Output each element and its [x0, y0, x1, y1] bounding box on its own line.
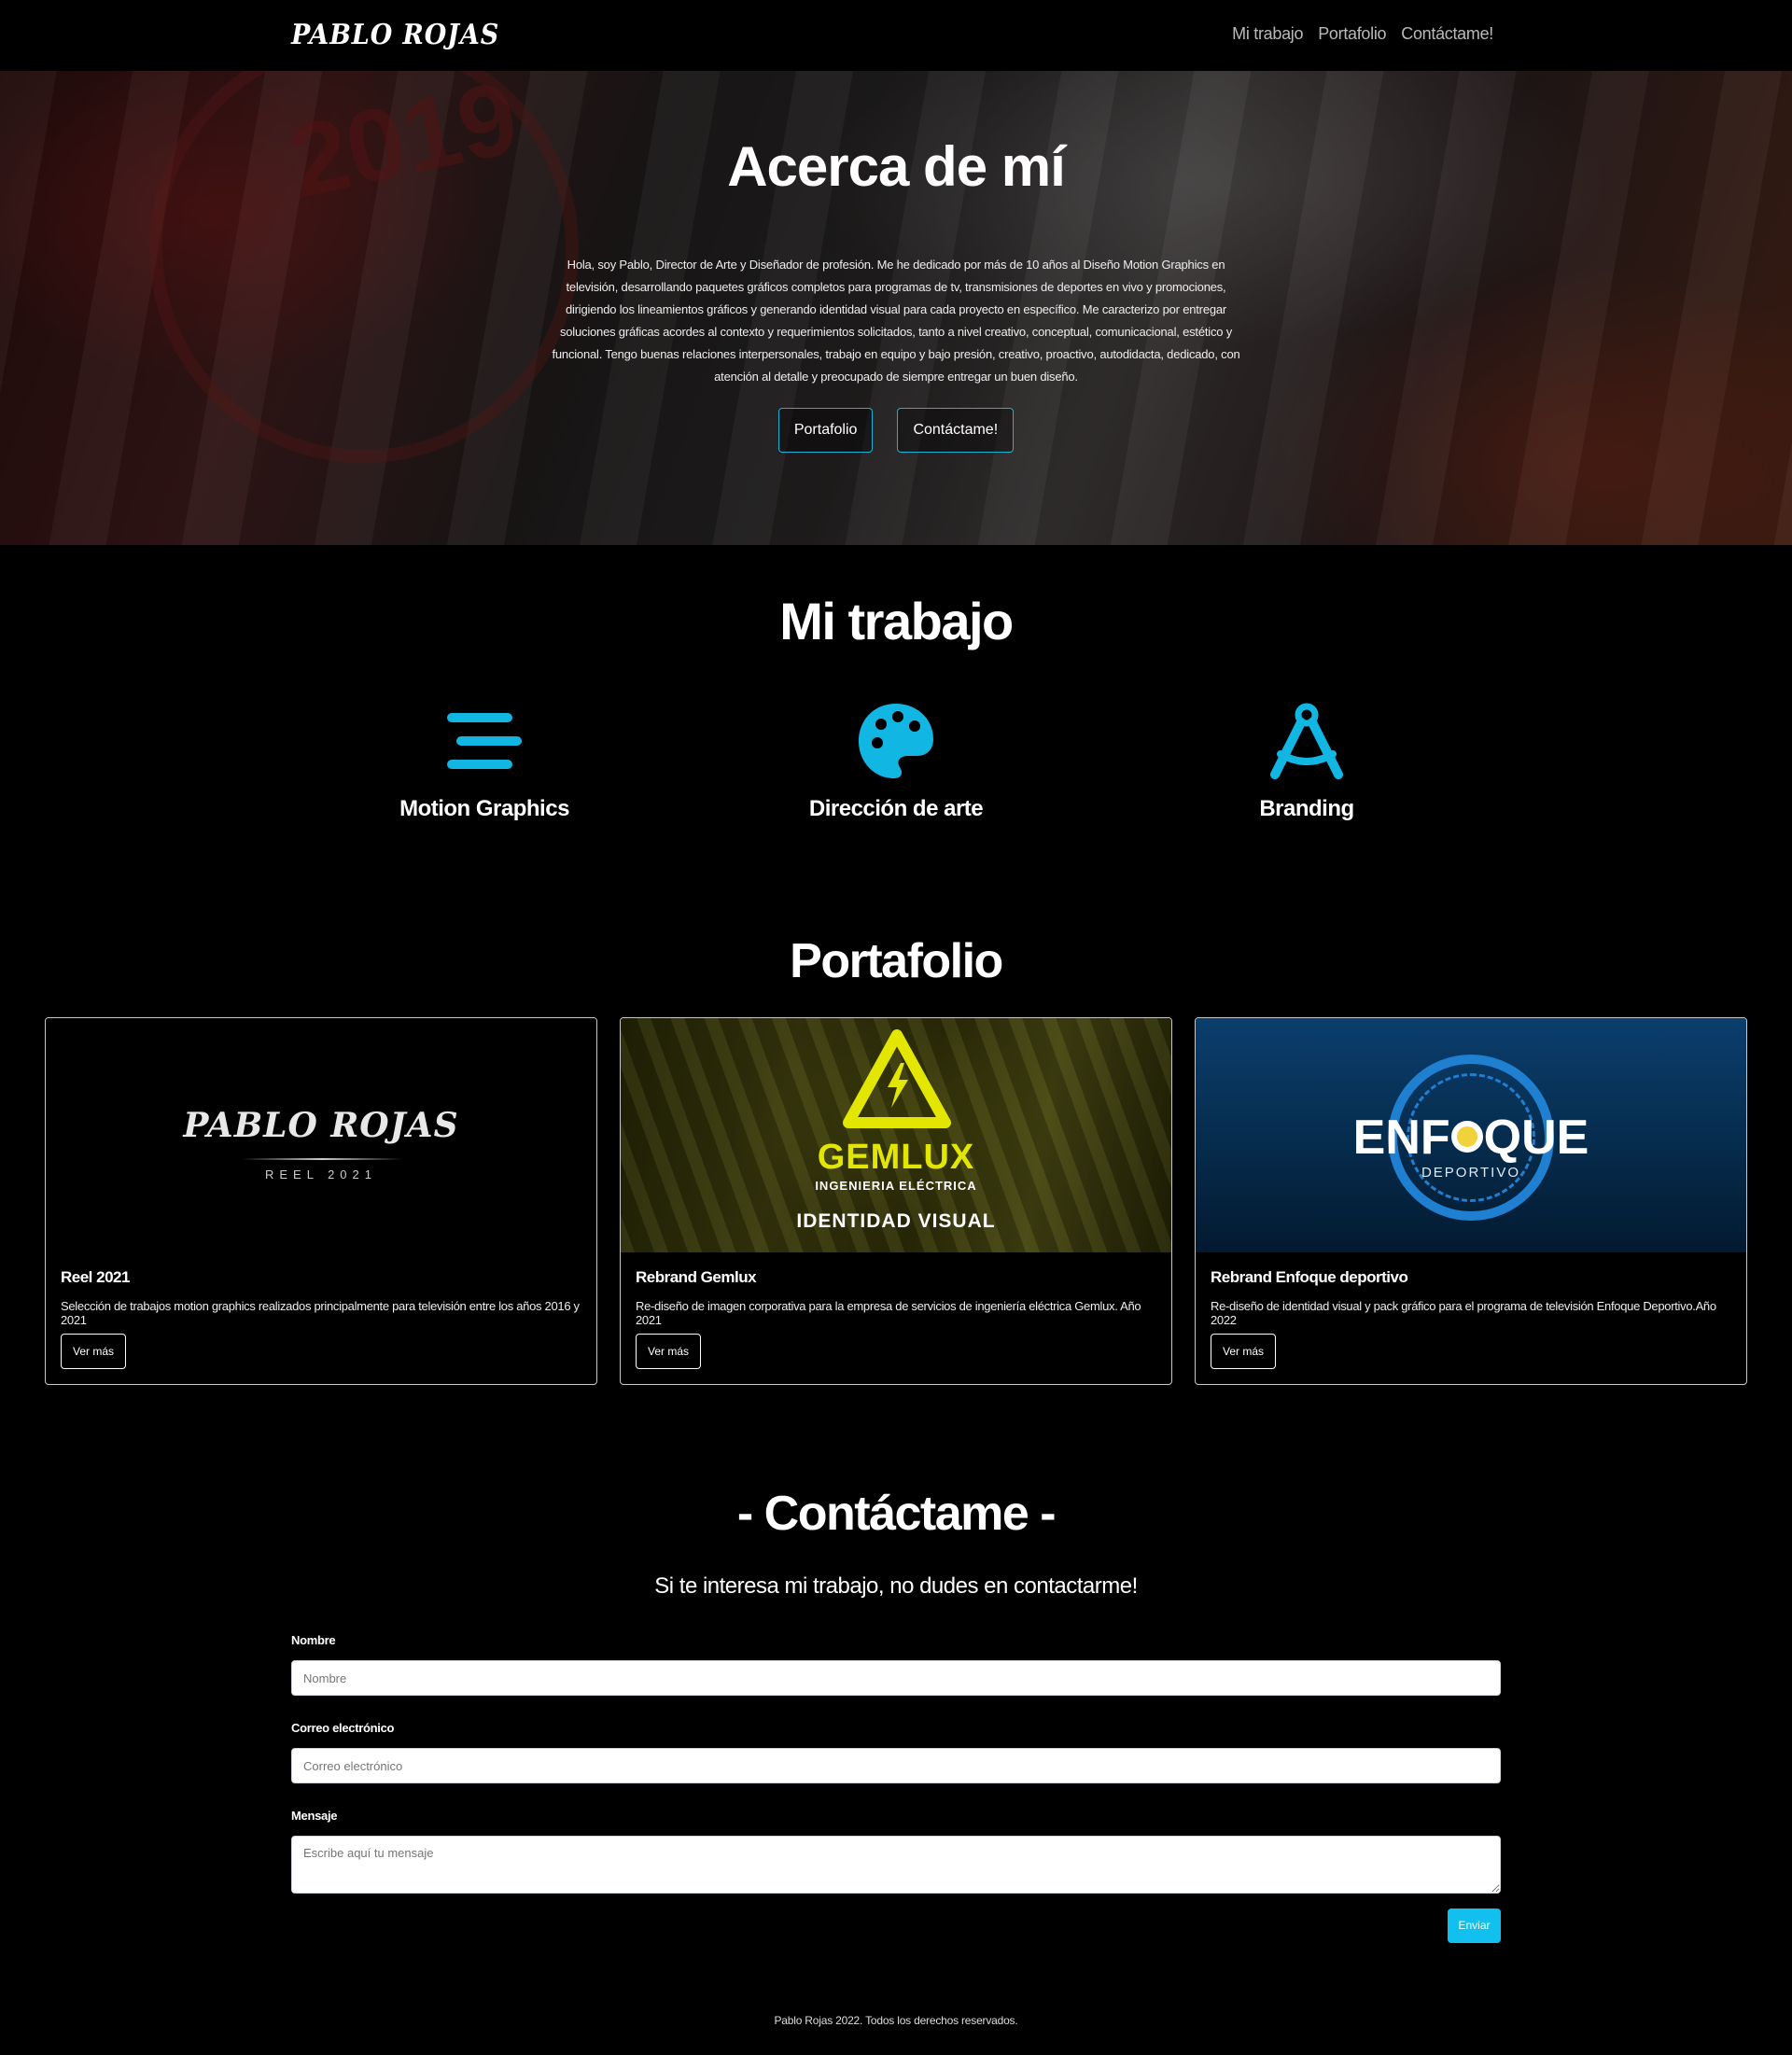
card-image-enfoque: ENF QUE DEPORTIVO	[1196, 1018, 1746, 1252]
card-title: Reel 2021	[61, 1268, 130, 1286]
hero-title: Acerca de mí	[727, 135, 1066, 198]
work-section-title: Mi trabajo	[779, 592, 1014, 650]
message-label: Mensaje	[291, 1809, 338, 1823]
hero-buttons: Portafolio Contáctame!	[0, 408, 1792, 453]
palette-icon	[859, 704, 933, 778]
portfolio-card-gemlux: GEMLUX INGENIERIA ELÉCTRICA IDENTIDAD VI…	[620, 1017, 1172, 1385]
work-item-branding: Branding	[1167, 702, 1447, 822]
nav-link-contactame[interactable]: Contáctame!	[1401, 24, 1493, 44]
name-label: Nombre	[291, 1633, 336, 1647]
card-text: Re-diseño de identidad visual y pack grá…	[1211, 1299, 1716, 1327]
work-item-label: Branding	[1259, 796, 1354, 821]
brand-logo[interactable]: PABLO ROJAS	[291, 19, 499, 51]
contactame-button[interactable]: Contáctame!	[897, 408, 1015, 453]
card-image-reel: PABLO ROJAS REEL 2021	[46, 1018, 596, 1252]
portafolio-button[interactable]: Portafolio	[777, 408, 874, 453]
gemlux-logo: GEMLUX	[817, 1138, 975, 1177]
ver-mas-button[interactable]: Ver más	[636, 1334, 702, 1369]
gemlux-tagline: INGENIERIA ELÉCTRICA	[815, 1179, 977, 1193]
enfoque-subtitle: DEPORTIVO	[1421, 1165, 1521, 1181]
portfolio-card-reel-2021: PABLO ROJAS REEL 2021 Reel 2021 Selecció…	[45, 1017, 597, 1385]
lightning-triangle-icon	[843, 1029, 951, 1128]
card-image-gemlux: GEMLUX INGENIERIA ELÉCTRICA IDENTIDAD VI…	[621, 1018, 1171, 1252]
footer-text: Pablo Rojas 2022. Todos los derechos res…	[774, 2014, 1018, 2027]
enviar-button[interactable]: Enviar	[1448, 1908, 1501, 1943]
work-item-label: Dirección de arte	[808, 796, 984, 821]
contact-subtitle: Si te interesa mi trabajo, no dudes en c…	[654, 1573, 1138, 1599]
card-text: Re-diseño de imagen corporativa para la …	[636, 1299, 1141, 1327]
nav-links: Mi trabajo Portafolio Contáctame!	[1232, 24, 1493, 44]
work-item-label: Motion Graphics	[399, 796, 569, 821]
compass-drafting-icon	[1270, 703, 1343, 779]
ball-icon	[1450, 1121, 1483, 1153]
ver-mas-button[interactable]: Ver más	[1211, 1334, 1277, 1369]
work-item-motion-graphics: Motion Graphics	[344, 702, 624, 822]
reel-subtitle: REEL 2021	[264, 1167, 377, 1181]
reel-logo: PABLO ROJAS	[183, 1106, 459, 1145]
email-label: Correo electrónico	[291, 1721, 395, 1735]
navbar: PABLO ROJAS Mi trabajo Portafolio Contác…	[0, 0, 1792, 71]
message-textarea[interactable]	[291, 1836, 1501, 1894]
ver-mas-button[interactable]: Ver más	[61, 1334, 127, 1369]
hero-description: Hola, soy Pablo, Director de Arte y Dise…	[552, 258, 1240, 384]
gemlux-caption: IDENTIDAD VISUAL	[796, 1210, 996, 1232]
contact-section-title: - Contáctame -	[736, 1487, 1057, 1541]
nav-link-portafolio[interactable]: Portafolio	[1318, 24, 1386, 44]
enfoque-logo-end: QUE	[1483, 1111, 1589, 1165]
name-input[interactable]	[291, 1660, 1501, 1696]
card-title: Rebrand Enfoque deportivo	[1211, 1268, 1408, 1286]
email-input[interactable]	[291, 1748, 1501, 1783]
enfoque-logo-start: ENF	[1352, 1111, 1450, 1165]
portfolio-card-enfoque-deportivo: ENF QUE DEPORTIVO Rebrand Enfoque deporti…	[1195, 1017, 1747, 1385]
nav-link-mi-trabajo[interactable]: Mi trabajo	[1232, 24, 1303, 44]
card-text: Selección de trabajos motion graphics re…	[61, 1299, 580, 1327]
bars-staggered-icon	[447, 713, 522, 769]
portfolio-section-title: Portafolio	[790, 934, 1003, 988]
card-title: Rebrand Gemlux	[636, 1268, 757, 1286]
work-item-direccion-de-arte: Dirección de arte	[756, 702, 1036, 822]
enfoque-logo: ENF QUE	[1196, 1110, 1746, 1166]
reel-divider	[242, 1158, 402, 1160]
hero-section: 2019 Acerca de mí Hola, soy Pablo, Direc…	[0, 71, 1792, 545]
